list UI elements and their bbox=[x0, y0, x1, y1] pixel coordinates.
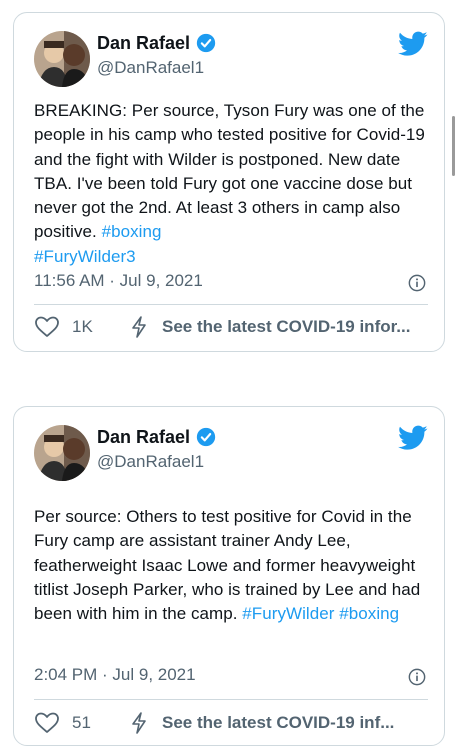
lightning-bolt-icon bbox=[132, 316, 146, 338]
avatar[interactable] bbox=[34, 31, 90, 87]
hashtag-link[interactable]: #boxing bbox=[339, 604, 399, 623]
like-count[interactable]: 51 bbox=[72, 713, 124, 733]
like-count[interactable]: 1K bbox=[72, 317, 124, 337]
verified-badge-icon bbox=[196, 33, 216, 53]
divider bbox=[34, 699, 428, 700]
twitter-bird-icon[interactable] bbox=[398, 31, 428, 57]
hashtag-link[interactable]: #FuryWilder3 bbox=[34, 247, 136, 266]
info-icon[interactable] bbox=[408, 274, 426, 292]
avatar[interactable] bbox=[34, 425, 90, 481]
hashtag-link[interactable]: #boxing bbox=[102, 222, 162, 241]
author-name[interactable]: Dan Rafael bbox=[97, 32, 190, 54]
tweet-actions: 1K See the latest COVID-19 infor... bbox=[34, 316, 430, 338]
heart-icon[interactable] bbox=[34, 316, 60, 338]
author-handle[interactable]: @DanRafael1 bbox=[97, 58, 204, 78]
twitter-bird-icon[interactable] bbox=[398, 425, 428, 451]
tweet-text: Per source: Others to test positive for … bbox=[34, 505, 430, 626]
author-name-row[interactable]: Dan Rafael bbox=[97, 426, 216, 448]
author-name[interactable]: Dan Rafael bbox=[97, 426, 190, 448]
tweet-timestamp[interactable]: 11:56 AM · Jul 9, 2021 bbox=[34, 271, 203, 291]
tweet-body: BREAKING: Per source, Tyson Fury was one… bbox=[34, 101, 425, 242]
lightning-bolt-icon bbox=[132, 712, 146, 734]
tweet-card[interactable]: Dan Rafael @DanRafael1 Per source: Other… bbox=[13, 406, 445, 746]
tweet-actions: 51 See the latest COVID-19 inf... bbox=[34, 712, 430, 734]
hashtag-link[interactable]: #FuryWilder bbox=[242, 604, 334, 623]
covid-info-link[interactable]: See the latest COVID-19 infor... bbox=[162, 317, 410, 337]
info-icon[interactable] bbox=[408, 668, 426, 686]
author-handle[interactable]: @DanRafael1 bbox=[97, 452, 204, 472]
tweet-timestamp[interactable]: 2:04 PM · Jul 9, 2021 bbox=[34, 665, 196, 685]
verified-badge-icon bbox=[196, 427, 216, 447]
divider bbox=[34, 304, 428, 305]
tweet-card[interactable]: Dan Rafael @DanRafael1 BREAKING: Per sou… bbox=[13, 12, 445, 352]
scrollbar[interactable] bbox=[452, 116, 455, 176]
tweet-text: BREAKING: Per source, Tyson Fury was one… bbox=[34, 99, 430, 269]
covid-info-link[interactable]: See the latest COVID-19 inf... bbox=[162, 713, 394, 733]
author-name-row[interactable]: Dan Rafael bbox=[97, 32, 216, 54]
heart-icon[interactable] bbox=[34, 712, 60, 734]
